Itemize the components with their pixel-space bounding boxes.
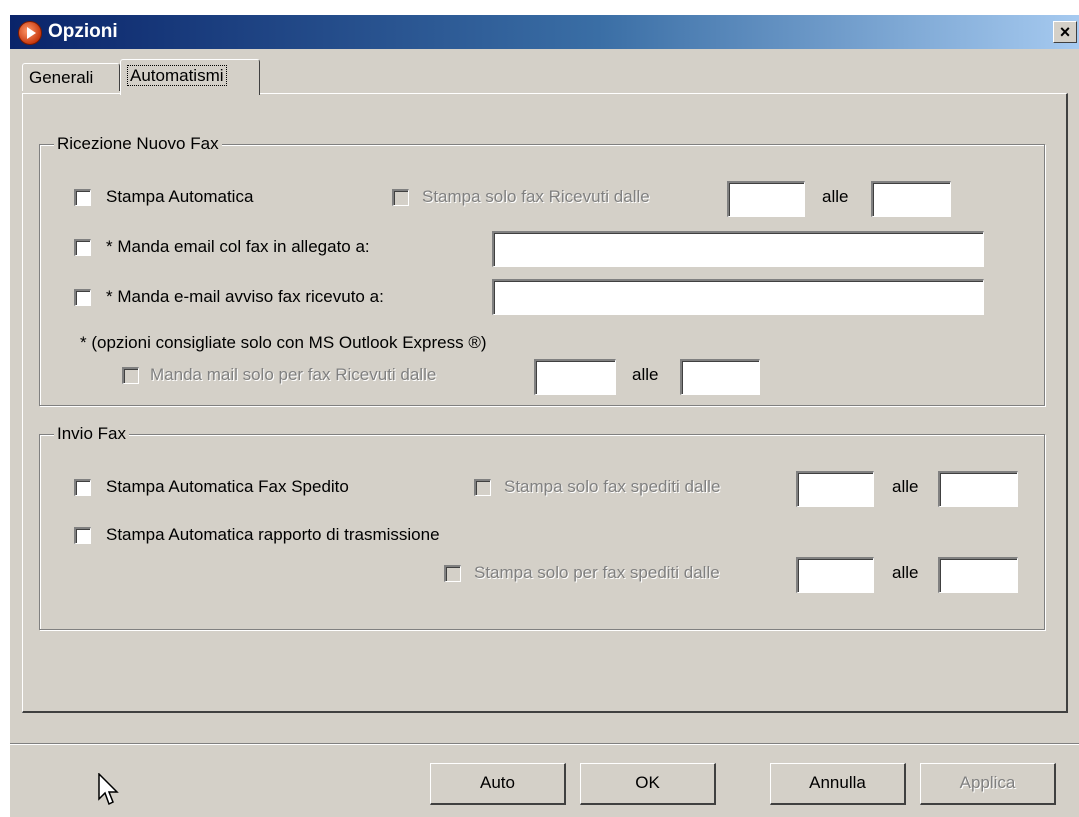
tab-automatismi[interactable]: Automatismi	[120, 59, 260, 95]
app-icon	[18, 21, 42, 45]
group-invio: Invio Fax Stampa Automatica Fax Spedito …	[39, 424, 1045, 630]
title-bar[interactable]: Opzioni ×	[10, 15, 1079, 49]
checkbox-email-avviso[interactable]	[74, 289, 91, 306]
label-alle: alle	[892, 563, 919, 582]
separator-line	[10, 743, 1079, 745]
checkbox-rapporto-trasmissione[interactable]	[74, 527, 91, 544]
tab-generali[interactable]: Generali	[22, 63, 120, 91]
tab-automatismi-label: Automatismi	[127, 65, 227, 86]
label-rapporto-trasmissione: Stampa Automatica rapporto di trasmissio…	[106, 525, 440, 544]
group-ricezione: Ricezione Nuovo Fax Stampa Automatica St…	[39, 134, 1045, 406]
note-outlook-express: * (opzioni consigliate solo con MS Outlo…	[80, 333, 487, 352]
label-alle: alle	[822, 187, 849, 206]
field-mail-dalle[interactable]	[534, 359, 616, 395]
label-email-allegato: * Manda email col fax in allegato a:	[106, 237, 370, 256]
group-invio-legend: Invio Fax	[54, 424, 129, 444]
label-alle: alle	[632, 365, 659, 384]
options-dialog: Opzioni × Generali Automatismi Ricezione…	[10, 15, 1079, 817]
mouse-cursor-icon	[98, 773, 119, 806]
label-stampa-solo-ricevuti: Stampa solo fax Ricevuti dalle	[422, 187, 650, 206]
field-email-avviso[interactable]	[492, 279, 984, 315]
applica-button[interactable]: Applica	[920, 763, 1056, 805]
field-rapporto-dalle[interactable]	[796, 557, 874, 593]
field-mail-alle[interactable]	[680, 359, 760, 395]
label-stampa-fax-spedito: Stampa Automatica Fax Spedito	[106, 477, 349, 496]
auto-button[interactable]: Auto	[430, 763, 566, 805]
field-email-allegato[interactable]	[492, 231, 984, 267]
close-button[interactable]: ×	[1053, 21, 1077, 43]
field-spediti-alle[interactable]	[938, 471, 1018, 507]
checkbox-stampa-fax-spedito[interactable]	[74, 479, 91, 496]
ok-button[interactable]: OK	[580, 763, 716, 805]
label-stampa-solo-per-spediti: Stampa solo per fax spediti dalle	[474, 563, 720, 582]
label-mail-solo-ricevuti: Manda mail solo per fax Ricevuti dalle	[150, 365, 437, 384]
label-alle: alle	[892, 477, 919, 496]
field-rapporto-alle[interactable]	[938, 557, 1018, 593]
tab-panel-automatismi: Ricezione Nuovo Fax Stampa Automatica St…	[22, 93, 1068, 713]
label-email-avviso: * Manda e-mail avviso fax ricevuto a:	[106, 287, 384, 306]
field-ricevuti-alle[interactable]	[871, 181, 951, 217]
checkbox-stampa-solo-ricevuti[interactable]	[392, 189, 409, 206]
checkbox-email-allegato[interactable]	[74, 239, 91, 256]
checkbox-stampa-solo-per-spediti[interactable]	[444, 565, 461, 582]
checkbox-stampa-automatica[interactable]	[74, 189, 91, 206]
checkbox-stampa-solo-spediti[interactable]	[474, 479, 491, 496]
group-ricezione-legend: Ricezione Nuovo Fax	[54, 134, 222, 154]
label-stampa-automatica: Stampa Automatica	[106, 187, 254, 206]
checkbox-mail-solo-ricevuti[interactable]	[122, 367, 139, 384]
field-ricevuti-dalle[interactable]	[727, 181, 805, 217]
field-spediti-dalle[interactable]	[796, 471, 874, 507]
annulla-button[interactable]: Annulla	[770, 763, 906, 805]
window-title: Opzioni	[48, 21, 118, 42]
label-stampa-solo-spediti: Stampa solo fax spediti dalle	[504, 477, 721, 496]
